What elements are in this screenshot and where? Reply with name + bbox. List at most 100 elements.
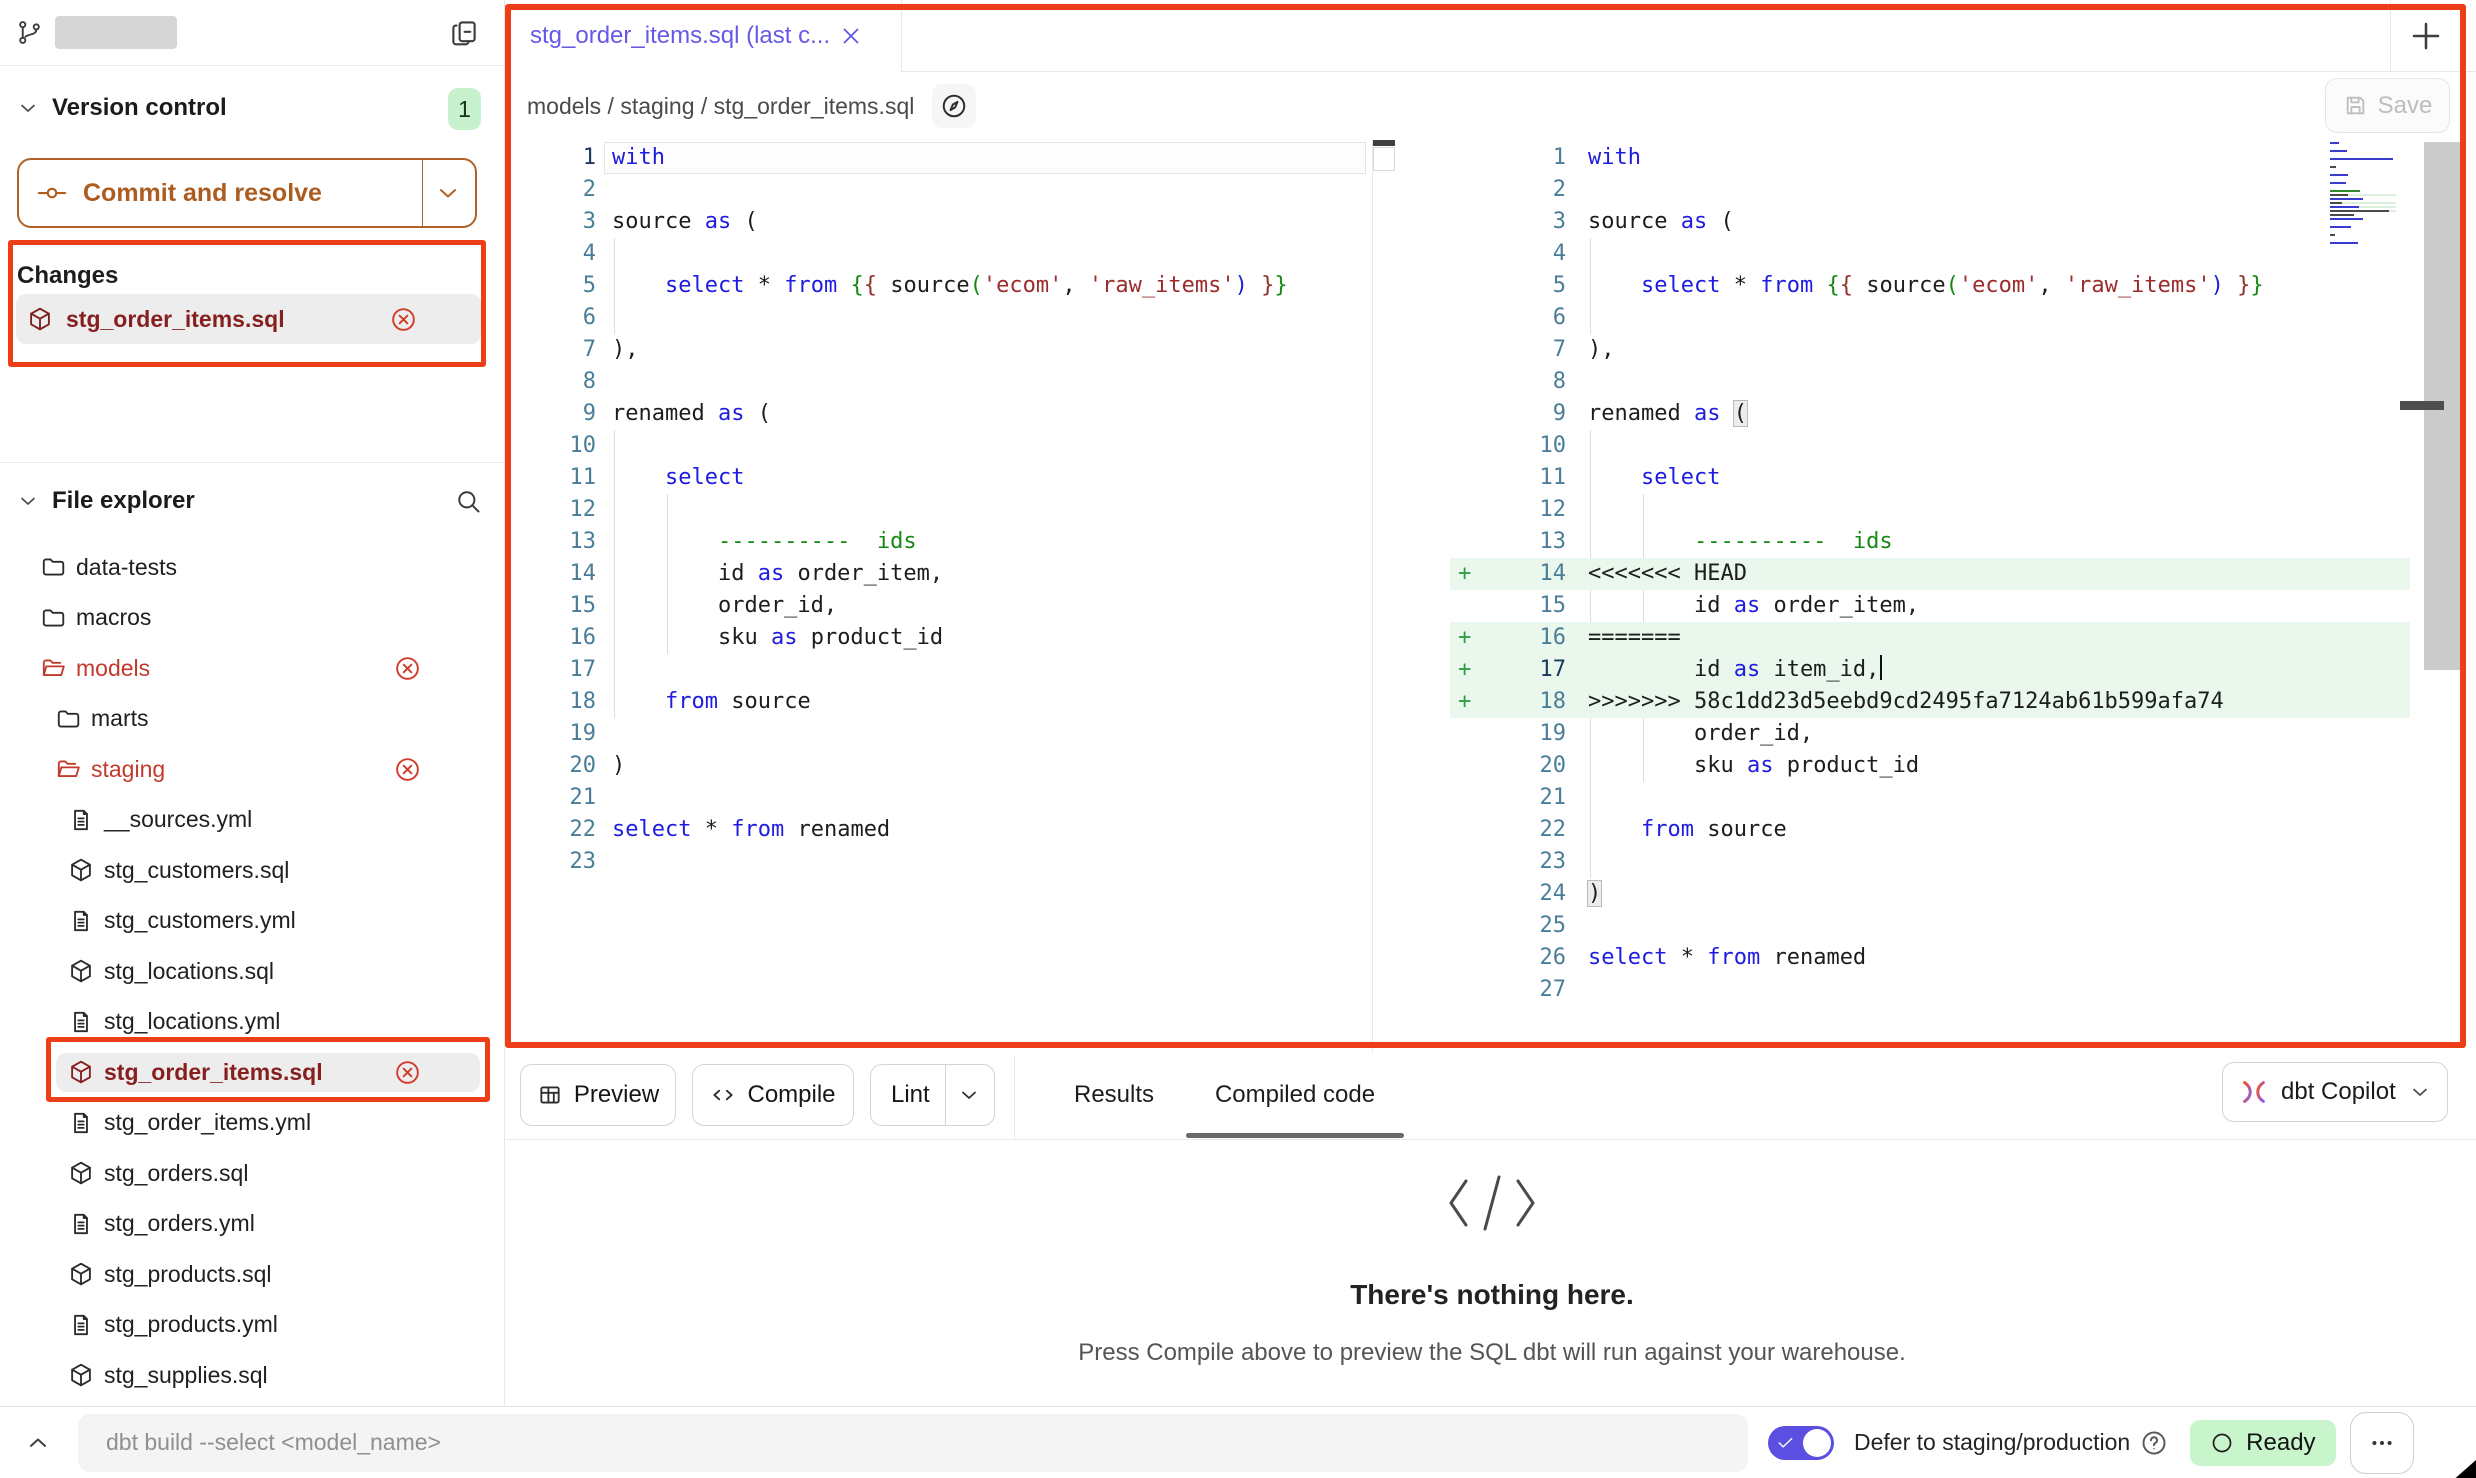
editor-line[interactable]: 25 — [1399, 910, 2476, 942]
editor-line[interactable]: 19 — [508, 718, 1372, 750]
editor-line[interactable]: 4 — [508, 238, 1372, 270]
editor-pane-left[interactable]: 1with23source as (45 select * from {{ so… — [508, 140, 1372, 1052]
editor-line[interactable]: 9renamed as ( — [508, 398, 1372, 430]
preview-button[interactable]: Preview — [520, 1064, 676, 1126]
editor-line[interactable]: +17 id as item_id, — [1399, 654, 2476, 686]
editor-line[interactable]: 22select * from renamed — [508, 814, 1372, 846]
conflict-x-icon[interactable] — [390, 306, 417, 333]
editor-line[interactable]: 20) — [508, 750, 1372, 782]
chevron-down-icon[interactable] — [2408, 1080, 2432, 1104]
editor-line[interactable]: 11 select — [1399, 462, 2476, 494]
editor-line[interactable]: 7), — [1399, 334, 2476, 366]
chevron-down-icon[interactable] — [16, 489, 40, 513]
editor-line[interactable]: 21 — [1399, 782, 2476, 814]
editor-line[interactable]: 13 ---------- ids — [508, 526, 1372, 558]
editor-line[interactable]: 12 — [508, 494, 1372, 526]
search-icon[interactable] — [454, 487, 482, 515]
file-row-marts[interactable]: marts — [0, 694, 505, 745]
editor-line[interactable]: 2 — [508, 174, 1372, 206]
file-row-stg_products.yml[interactable]: stg_products.yml — [0, 1300, 505, 1351]
editor-line[interactable]: 5 select * from {{ source('ecom', 'raw_i… — [508, 270, 1372, 302]
dbt-command-input[interactable] — [78, 1414, 1748, 1472]
editor-line[interactable]: 27 — [1399, 974, 2476, 1006]
editor-line[interactable]: 20 sku as product_id — [1399, 750, 2476, 782]
file-row-stg_order_items.sql[interactable]: stg_order_items.sql — [0, 1047, 505, 1098]
version-control-header[interactable]: Version control — [0, 86, 505, 130]
commit-and-resolve-button[interactable]: Commit and resolve — [17, 158, 477, 228]
chevron-down-icon[interactable] — [16, 96, 40, 120]
file-row-stg_products.sql[interactable]: stg_products.sql — [0, 1249, 505, 1300]
editor-line[interactable]: 22 from source — [1399, 814, 2476, 846]
new-tab-plus-icon[interactable] — [2408, 18, 2444, 54]
conflict-x-icon[interactable] — [394, 655, 421, 682]
file-row-stg_customers.yml[interactable]: stg_customers.yml — [0, 896, 505, 947]
editor-line[interactable]: 15 order_id, — [508, 590, 1372, 622]
file-row-models[interactable]: models — [0, 643, 505, 694]
file-row-stg_orders.sql[interactable]: stg_orders.sql — [0, 1148, 505, 1199]
editor-line[interactable]: 3source as ( — [508, 206, 1372, 238]
dbt-copilot-button[interactable]: dbt Copilot — [2222, 1062, 2448, 1122]
editor-line[interactable]: 18 from source — [508, 686, 1372, 718]
editor-line[interactable]: 11 select — [508, 462, 1372, 494]
file-explorer-header[interactable]: File explorer — [0, 479, 505, 523]
file-row-stg_order_items.yml[interactable]: stg_order_items.yml — [0, 1098, 505, 1149]
conflict-x-icon[interactable] — [394, 1059, 421, 1086]
editor-line[interactable]: 6 — [508, 302, 1372, 334]
file-row-stg_orders.yml[interactable]: stg_orders.yml — [0, 1199, 505, 1250]
editor-line[interactable]: 13 ---------- ids — [1399, 526, 2476, 558]
file-row-stg_supplies.sql[interactable]: stg_supplies.sql — [0, 1350, 505, 1401]
close-icon[interactable] — [838, 23, 864, 49]
editor-line[interactable]: 10 — [1399, 430, 2476, 462]
tab-stg-order-items[interactable]: stg_order_items.sql (last c... — [508, 0, 902, 72]
defer-toggle[interactable] — [1768, 1426, 1834, 1460]
lint-button[interactable]: Lint — [870, 1064, 995, 1126]
editor-line[interactable]: 10 — [508, 430, 1372, 462]
file-row-stg_locations.yml[interactable]: stg_locations.yml — [0, 997, 505, 1048]
editor-line[interactable]: 1with — [508, 142, 1372, 174]
editor-line[interactable]: 14 id as order_item, — [508, 558, 1372, 590]
editor-line[interactable]: 8 — [508, 366, 1372, 398]
editor-line[interactable]: 23 — [1399, 846, 2476, 878]
editor-line[interactable]: 1with — [1399, 142, 2476, 174]
editor-line[interactable]: 9renamed as ( — [1399, 398, 2476, 430]
editor-line[interactable]: +18>>>>>>> 58c1dd23d5eebd9cd2495fa7124ab… — [1399, 686, 2476, 718]
file-row-__sources.yml[interactable]: __sources.yml — [0, 795, 505, 846]
editor-line[interactable]: +16======= — [1399, 622, 2476, 654]
editor-line[interactable]: 12 — [1399, 494, 2476, 526]
lineage-button[interactable] — [932, 84, 976, 128]
file-row-stg_customers.sql[interactable]: stg_customers.sql — [0, 845, 505, 896]
editor-line[interactable]: 17 — [508, 654, 1372, 686]
editor-line[interactable]: 2 — [1399, 174, 2476, 206]
compiled-code-tab[interactable]: Compiled code — [1186, 1064, 1404, 1126]
editor-line[interactable]: 8 — [1399, 366, 2476, 398]
file-row-macros[interactable]: macros — [0, 593, 505, 644]
save-button[interactable]: Save — [2325, 78, 2450, 133]
more-options-button[interactable] — [2350, 1412, 2414, 1474]
editor-line[interactable]: 3source as ( — [1399, 206, 2476, 238]
editor-line[interactable]: 24) — [1399, 878, 2476, 910]
file-row-stg_locations.sql[interactable]: stg_locations.sql — [0, 946, 505, 997]
changed-file-row[interactable]: stg_order_items.sql — [16, 294, 481, 344]
file-row-staging[interactable]: staging — [0, 744, 505, 795]
editor-line[interactable]: 19 order_id, — [1399, 718, 2476, 750]
editor-line[interactable]: +14<<<<<<< HEAD — [1399, 558, 2476, 590]
editor-line[interactable]: 7), — [508, 334, 1372, 366]
conflict-x-icon[interactable] — [394, 756, 421, 783]
file-row-data-tests[interactable]: data-tests — [0, 542, 505, 593]
editor-line[interactable]: 21 — [508, 782, 1372, 814]
left-scrollbar-thumb[interactable] — [1373, 147, 1395, 171]
editor-line[interactable]: 4 — [1399, 238, 2476, 270]
editor-line[interactable]: 26select * from renamed — [1399, 942, 2476, 974]
results-tab[interactable]: Results — [1058, 1064, 1170, 1126]
editor-line[interactable]: 6 — [1399, 302, 2476, 334]
editor-line[interactable]: 15 id as order_item, — [1399, 590, 2476, 622]
compile-button[interactable]: Compile — [692, 1064, 854, 1126]
help-icon[interactable] — [2140, 1429, 2168, 1457]
editor-pane-right[interactable]: 1with23source as (45 select * from {{ so… — [1399, 140, 2476, 1052]
chevron-up-icon[interactable] — [24, 1429, 52, 1457]
editor-line[interactable]: 16 sku as product_id — [508, 622, 1372, 654]
editor-line[interactable]: 23 — [508, 846, 1372, 878]
chevron-down-icon[interactable] — [434, 179, 462, 207]
minimap[interactable] — [2330, 142, 2396, 250]
chevron-down-icon[interactable] — [957, 1083, 981, 1107]
